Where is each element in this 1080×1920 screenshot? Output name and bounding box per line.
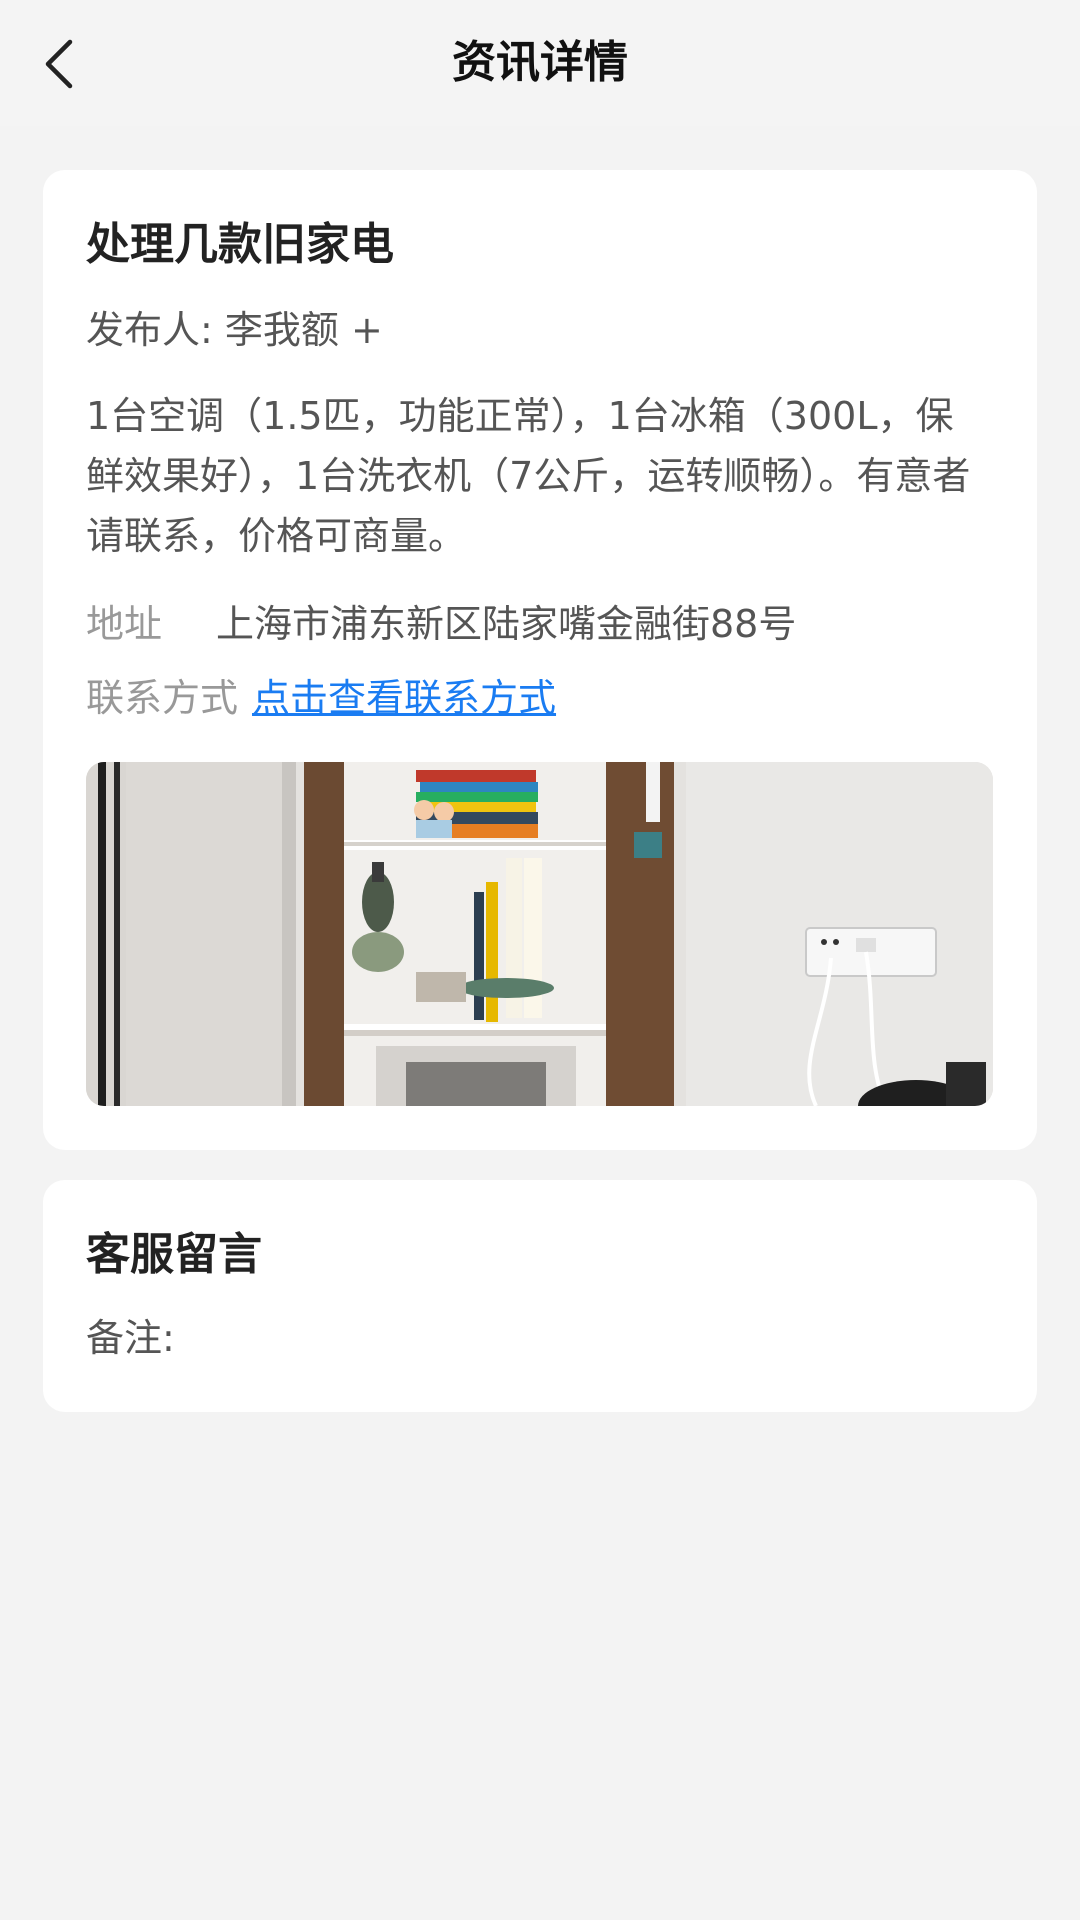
navigation-bar: 资讯详情 [0, 0, 1080, 126]
publisher-label: 发布人: [86, 308, 213, 352]
address-label: 地址 [86, 602, 163, 646]
note-label: 备注: [86, 1316, 175, 1360]
view-contact-link[interactable]: 点击查看联系方式 [252, 676, 556, 720]
page-title: 资讯详情 [452, 37, 628, 88]
post-photo[interactable] [86, 762, 993, 1106]
contact-label: 联系方式 [86, 676, 239, 720]
service-message-title: 客服留言 [86, 1229, 262, 1280]
post-title: 处理几款旧家电 [86, 219, 394, 270]
contact-row: 联系方式 点击查看联系方式 [86, 668, 556, 728]
publisher-name: 李我额 [224, 308, 339, 352]
address-value: 上海市浦东新区陆家嘴金融街88号 [216, 602, 797, 646]
publisher-row: 发布人: 李我额 + [86, 300, 383, 360]
address-row: 地址 上海市浦东新区陆家嘴金融街88号 [86, 594, 796, 654]
note-row: 备注: [86, 1308, 175, 1368]
publisher-suffix: + [351, 308, 383, 352]
service-message-card [43, 1180, 1037, 1412]
post-description: 1台空调（1.5匹，功能正常），1台冰箱（300L，保鲜效果好），1台洗衣机（7… [86, 394, 971, 558]
